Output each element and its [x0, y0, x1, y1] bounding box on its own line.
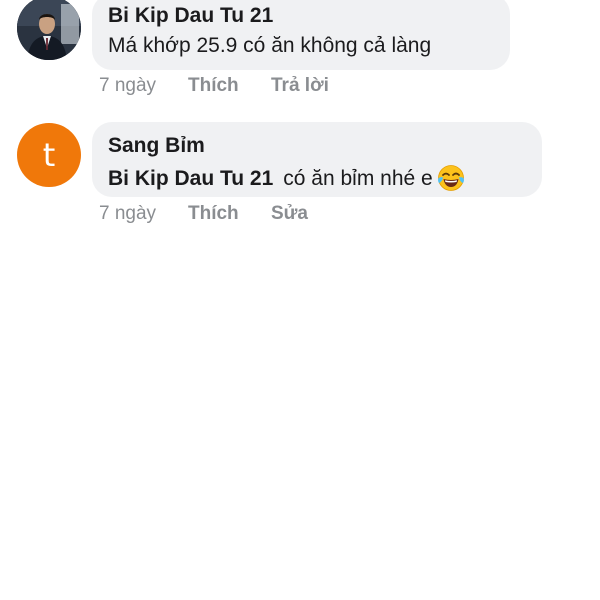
- profile-photo-icon: [17, 0, 81, 60]
- like-button[interactable]: Thích: [188, 203, 271, 225]
- edit-button[interactable]: Sửa: [271, 203, 308, 225]
- mention-link[interactable]: Bi Kip Dau Tu 21: [108, 167, 273, 190]
- comment-actions: 7 ngày Thích Sửa: [99, 203, 308, 225]
- face-with-tears-of-joy-icon: [437, 165, 464, 191]
- comment-author[interactable]: Bi Kip Dau Tu 21: [108, 4, 273, 28]
- comment-time[interactable]: 7 ngày: [99, 75, 188, 97]
- comment-author[interactable]: Sang Bỉm: [108, 134, 205, 158]
- comment-time[interactable]: 7 ngày: [99, 203, 188, 225]
- avatar[interactable]: t: [17, 123, 81, 187]
- reply-button[interactable]: Trả lời: [271, 75, 329, 97]
- avatar-letter: t: [42, 136, 56, 174]
- comment-bubble: Bi Kip Dau Tu 21 Má khớp 25.9 có ăn khôn…: [92, 0, 510, 70]
- comment-thread: Bi Kip Dau Tu 21 Má khớp 25.9 có ăn khôn…: [0, 0, 600, 600]
- comment-actions: 7 ngày Thích Trả lời: [99, 75, 329, 97]
- avatar[interactable]: [17, 0, 81, 60]
- comment-bubble: Sang Bỉm Bi Kip Dau Tu 21 có ăn bỉm nhé e: [92, 122, 542, 197]
- comment-text-line: Bi Kip Dau Tu 21 có ăn bỉm nhé e: [108, 164, 465, 192]
- comment-text: có ăn bỉm nhé e: [283, 167, 433, 190]
- comment-text: Má khớp 25.9 có ăn không cả làng: [108, 34, 432, 57]
- like-button[interactable]: Thích: [188, 75, 271, 97]
